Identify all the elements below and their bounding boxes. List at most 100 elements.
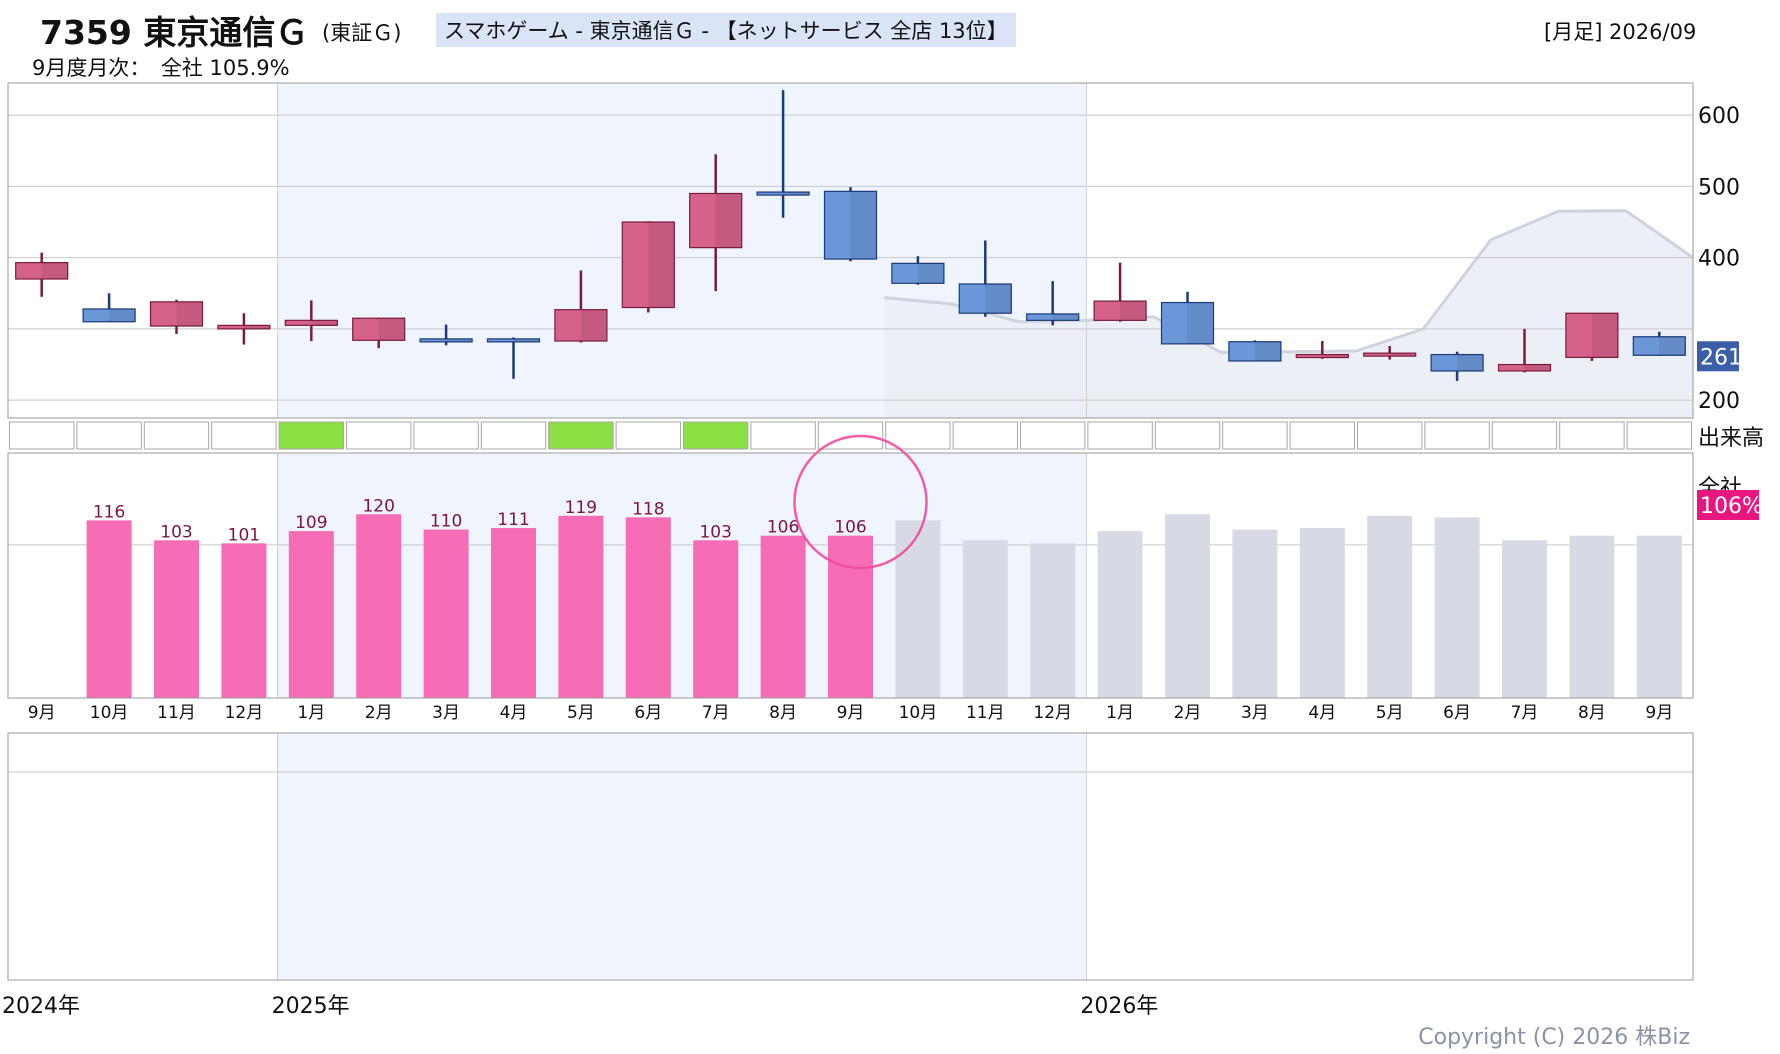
volume-cell (952, 421, 1018, 450)
month-label: 11月 (157, 703, 196, 723)
volume-cell (1559, 421, 1625, 450)
pct-bar (625, 517, 671, 698)
volume-cell (211, 421, 277, 450)
volume-cell (278, 421, 345, 450)
month-label: 8月 (1578, 703, 1606, 723)
candle-shade (1389, 353, 1416, 357)
pct-bar-label: 120 (362, 496, 394, 516)
pct-bar (423, 529, 469, 698)
volume-cell (1222, 421, 1288, 450)
month-label: 12月 (225, 703, 264, 723)
ghost-bar (962, 540, 1008, 698)
pct-bar-label: 111 (497, 510, 529, 530)
month-label: 2月 (1174, 703, 1202, 723)
pct-bar (288, 531, 334, 698)
candle-shade (41, 262, 68, 280)
candle-shade (109, 308, 136, 322)
ghost-bar (1097, 531, 1143, 698)
month-label: 12月 (1033, 703, 1072, 723)
month-label: 9月 (837, 703, 865, 723)
candle-shade (176, 301, 203, 327)
volume-cell (9, 421, 75, 450)
pct-bar (154, 540, 199, 698)
volume-label: 出来高 (1698, 426, 1764, 451)
volume-cell (1020, 421, 1086, 450)
ghost-bar (1502, 540, 1547, 698)
candle-shade (311, 320, 338, 326)
candle-shade (1322, 354, 1349, 358)
month-label: 9月 (1645, 703, 1673, 723)
volume-cell (548, 421, 614, 450)
pct-bar-label: 103 (699, 522, 731, 542)
month-label: 11月 (966, 703, 1005, 723)
volume-cell (480, 421, 547, 450)
year-label: 2026年 (1080, 994, 1158, 1019)
pct-badge-text: 106% (1700, 494, 1763, 519)
pct-bar (356, 514, 402, 698)
pct-bar (558, 515, 604, 698)
month-label: 1月 (297, 703, 325, 723)
month-label: 4月 (1308, 703, 1336, 723)
ghost-bar (1232, 529, 1278, 698)
candle-shade (580, 309, 607, 342)
candle-shade (1254, 341, 1281, 361)
ghost-bar (1299, 528, 1345, 698)
price-tick-label: 400 (1698, 247, 1740, 272)
volume-cell (1424, 421, 1490, 450)
candle-shade (378, 318, 405, 341)
ghost-bar (1165, 514, 1210, 698)
candle-shade (1052, 313, 1079, 321)
month-label: 3月 (1241, 703, 1269, 723)
ghost-bar (1434, 517, 1480, 698)
ghost-bar (895, 520, 941, 698)
volume-cell (1087, 421, 1153, 450)
pct-bar-label: 118 (632, 499, 664, 519)
ghost-bar (1636, 535, 1682, 698)
year-label: 2024年 (2, 994, 80, 1019)
month-label: 9月 (28, 703, 56, 723)
year-band-2025-2 (277, 733, 1087, 980)
month-label: 10月 (899, 703, 938, 723)
candle-shade (985, 284, 1012, 314)
volume-cell (1154, 421, 1221, 450)
month-label: 2月 (365, 703, 393, 723)
candle-shade (446, 338, 473, 342)
volume-cell (1626, 421, 1692, 450)
pct-bar-label: 103 (160, 522, 192, 542)
month-label: 4月 (500, 703, 528, 723)
candle-shade (513, 338, 540, 342)
pct-bar-label: 106 (767, 518, 799, 538)
candle-shade (715, 193, 742, 248)
stock-chart: 200 400 500 600 261 出来高 116 103 101 109 120 110 111 1… (2, 82, 1764, 1050)
month-label: 7月 (1511, 703, 1539, 723)
month-label: 5月 (567, 703, 595, 723)
volume-cell (1357, 421, 1423, 450)
volume-cell (143, 421, 210, 450)
volume-cell (615, 421, 681, 450)
pct-bar (828, 535, 873, 698)
pct-bar-label: 101 (228, 525, 260, 545)
candle-shade (1591, 313, 1618, 358)
pct-bar (491, 528, 536, 698)
ghost-bar (1030, 543, 1076, 698)
month-label: 8月 (769, 703, 797, 723)
volume-cell (76, 421, 142, 450)
volume-cell (683, 421, 749, 450)
pct-bar (760, 535, 806, 698)
candle-shade (1120, 301, 1147, 321)
month-label: 6月 (634, 703, 662, 723)
candle-shade (783, 192, 810, 196)
ghost-bar (1367, 515, 1413, 698)
pct-bar-label: 110 (430, 512, 462, 532)
candle-shade (1524, 364, 1551, 371)
pct-bar-label: 116 (93, 502, 125, 522)
copyright-text: Copyright (C) 2026 株Biz (1418, 1025, 1690, 1050)
volume-cell (1491, 421, 1558, 450)
pct-bar-label: 109 (295, 513, 327, 533)
candle-shade (648, 221, 675, 308)
month-label: 6月 (1443, 703, 1471, 723)
month-label: 1月 (1106, 703, 1134, 723)
pct-bar-label: 119 (565, 498, 597, 518)
ghost-bar (1569, 535, 1615, 698)
price-tick-label: 500 (1698, 175, 1740, 200)
